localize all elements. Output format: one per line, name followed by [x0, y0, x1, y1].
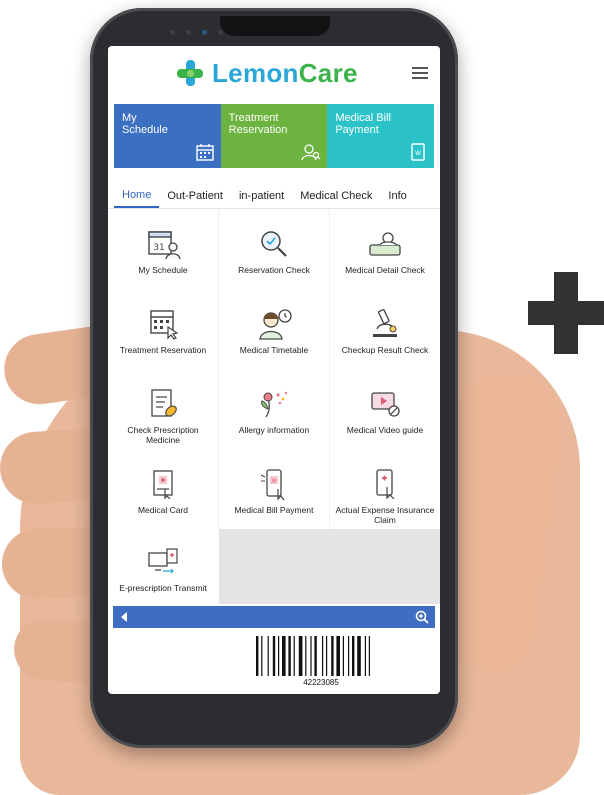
- menu-label: My Schedule: [138, 265, 188, 275]
- menu-label: Medical Bill Payment: [234, 505, 314, 515]
- plus-icon: [528, 272, 604, 354]
- menu-label: Medical Timetable: [239, 345, 309, 355]
- menu-label: Medical Video guide: [346, 425, 424, 435]
- svg-text:W: W: [415, 150, 421, 157]
- menu-reservation-check[interactable]: Reservation Check: [219, 227, 329, 305]
- menu-label: Reservation Check: [238, 265, 310, 275]
- banner-my-schedule[interactable]: My Schedule: [114, 104, 221, 168]
- menu-medical-card[interactable]: Medical Card: [108, 467, 218, 545]
- banner-line2: Reservation: [228, 124, 288, 136]
- menu-medical-timetable[interactable]: Medical Timetable: [219, 307, 329, 385]
- menu-label: Treatment Reservation: [119, 345, 207, 355]
- barcode-number: 42223085: [303, 678, 339, 687]
- computer-transmit-icon: [148, 548, 178, 574]
- svg-text:W: W: [272, 479, 277, 485]
- sensor-dot: [186, 30, 191, 35]
- microscope-icon: [373, 309, 397, 337]
- hamburger-menu-icon[interactable]: [412, 67, 428, 79]
- menu-checkup-result-check[interactable]: Checkup Result Check: [330, 307, 440, 385]
- tab-out-patient[interactable]: Out-Patient: [159, 190, 231, 208]
- banner-line1: Medical Bill: [335, 112, 391, 124]
- app-logo[interactable]: LemonCare: [174, 56, 358, 90]
- tab-bar: Home Out-Patient in-patient Medical Chec…: [108, 178, 440, 209]
- doctor-clock-icon: [259, 309, 292, 340]
- tab-in-patient[interactable]: in-patient: [231, 190, 292, 208]
- menu-label: Medical Card: [137, 505, 189, 515]
- phone-notch: [220, 16, 330, 36]
- phone-bill-icon: W: [260, 469, 285, 501]
- menu-allergy-information[interactable]: Allergy information: [219, 387, 329, 465]
- banner-line1: Treatment: [228, 112, 279, 124]
- menu-label: Actual Expense Insurance Claim: [335, 505, 435, 525]
- bill-icon: W: [411, 143, 425, 161]
- menu-label: Check Prescription Medicine: [127, 425, 199, 445]
- tab-info[interactable]: Info: [380, 190, 414, 208]
- banner-treatment-reservation[interactable]: Treatment Reservation: [220, 104, 328, 168]
- empty-grid-area: [219, 529, 440, 604]
- menu-check-prescription-medicine[interactable]: Check Prescription Medicine: [108, 387, 218, 465]
- calendar-icon: [195, 144, 214, 161]
- logo-text: LemonCare: [212, 58, 358, 89]
- patient-bed-icon: [369, 232, 401, 256]
- video-play-icon: [371, 392, 400, 417]
- menu-treatment-reservation[interactable]: Treatment Reservation: [108, 307, 218, 385]
- svg-text:31: 31: [153, 243, 164, 253]
- phone-insurance-icon: [376, 469, 395, 500]
- menu-label: Allergy information: [238, 425, 310, 435]
- menu-label: Medical Detail Check: [345, 265, 425, 275]
- menu-label: Checkup Result Check: [341, 345, 429, 355]
- scroll-bar: [113, 606, 435, 628]
- banner-line2: Schedule: [122, 124, 168, 136]
- lemoncare-logo-icon: [177, 60, 203, 86]
- barcode: 42223085: [256, 636, 386, 688]
- sensor-dot: [170, 30, 175, 35]
- app-screen: LemonCare My Schedule Treatment Reservat…: [108, 46, 440, 694]
- menu-medical-detail-check[interactable]: Medical Detail Check: [330, 227, 440, 305]
- app-header: LemonCare: [108, 46, 440, 102]
- quick-banners: My Schedule Treatment Reservation Medica…: [114, 104, 435, 168]
- barcode-icon: [256, 636, 370, 676]
- calendar-user-icon: 31: [148, 231, 181, 260]
- tab-medical-check[interactable]: Medical Check: [292, 190, 380, 208]
- sensor-dot: [218, 30, 223, 35]
- tab-home[interactable]: Home: [114, 189, 160, 208]
- camera-icon: [202, 30, 207, 35]
- search-check-icon: [261, 231, 287, 257]
- allergy-flower-icon: [261, 391, 288, 418]
- menu-my-schedule[interactable]: 31 My Schedule: [108, 227, 218, 305]
- calendar-click-icon: [150, 310, 179, 340]
- medical-card-icon: [153, 470, 173, 500]
- menu-grid: 31 My Schedule Reservation Check Medical…: [108, 209, 440, 604]
- zoom-in-icon[interactable]: [415, 610, 429, 624]
- banner-line1: My: [122, 112, 137, 124]
- phone-device: LemonCare My Schedule Treatment Reservat…: [90, 8, 458, 748]
- scroll-left-icon[interactable]: [121, 612, 127, 622]
- menu-medical-video-guide[interactable]: Medical Video guide: [330, 387, 440, 465]
- logo-care: Care: [298, 57, 358, 88]
- banner-medical-bill-payment[interactable]: Medical Bill Payment W: [327, 104, 435, 168]
- logo-lemon: Lemon: [212, 57, 299, 88]
- prescription-icon: [151, 389, 177, 417]
- banner-line2: Payment: [335, 124, 379, 136]
- user-search-icon: [301, 144, 321, 161]
- menu-label: E-prescription Transmit: [119, 583, 207, 593]
